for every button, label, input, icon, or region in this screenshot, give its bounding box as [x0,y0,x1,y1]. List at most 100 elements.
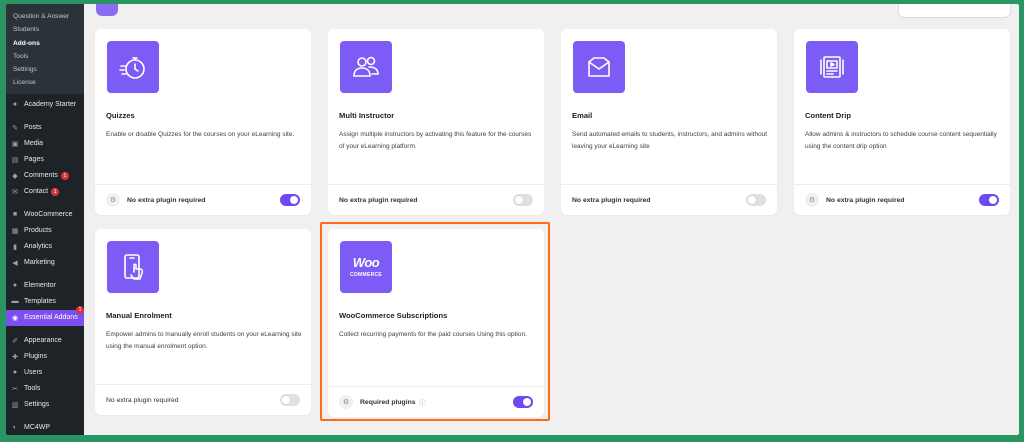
addon-card-quizzes: Quizzes Enable or disable Quizzes for th… [95,29,311,215]
sidebar-item-label: Settings [24,401,50,409]
content-drip-toggle[interactable] [979,194,999,206]
quizzes-toggle[interactable] [280,194,300,206]
card-title: Email [572,111,593,120]
woocommerce-icon: ■ [12,211,18,219]
elementor-icon: ● [12,282,18,290]
plugin-requirement-label: No extra plugin required [572,196,651,204]
plugin-requirement-label: No extra plugin required [826,196,905,204]
submenu-item-add-ons[interactable]: Add-ons [6,37,84,50]
sidebar-item-label: Appearance [24,337,62,345]
mc4wp-icon: ◐ [12,424,18,432]
sidebar-item-essential-addons[interactable]: ◉ Essential Addons 1 [6,305,84,326]
sidebar-item-users[interactable]: ● Users [6,365,84,381]
appearance-icon: ✐ [12,337,18,345]
email-toggle[interactable] [746,194,766,206]
mail-icon: ✉ [12,188,18,196]
video-lesson-icon [806,41,858,93]
ea-icon: ◉ [11,314,19,322]
sidebar-item-label: Analytics [24,243,53,251]
admin-sidebar: Question & Answer Students Add-ons Tools… [6,4,84,435]
sidebar-item-label: Products [24,227,52,235]
sidebar-item-label: MC4WP [24,424,51,432]
card-footer: No extra plugin required [561,184,777,215]
sidebar-item-label: WooCommerce [24,211,73,219]
card-description: Send automated emails to students, instr… [572,131,768,150]
settings-icon: ▥ [11,401,19,409]
submenu-item-tools[interactable]: Tools [6,50,84,63]
sidebar-item-label: Essential Addons [24,314,78,322]
card-title: Quizzes [106,111,135,120]
mobile-tap-icon [107,241,159,293]
users-group-icon [340,41,392,93]
products-icon: ▦ [11,227,19,235]
sidebar-item-marketing[interactable]: ◀ Marketing [6,255,84,271]
card-title: Multi Instructor [339,111,395,120]
sidebar-item-analytics[interactable]: ▮ Analytics [6,239,84,255]
multi-instructor-toggle[interactable] [513,194,533,206]
plugin-requirement-label: No extra plugin required [127,196,206,204]
manual-enrolment-toggle[interactable] [280,394,300,406]
addon-card-content-drip: Content Drip Allow admins & instructors … [794,29,1010,215]
card-description: Enable or disable Quizzes for the course… [106,131,295,138]
stopwatch-icon [107,41,159,93]
marketing-icon: ◀ [12,259,18,267]
card-footer: No extra plugin required [328,184,544,215]
sidebar-item-products[interactable]: ▦ Products [6,223,84,239]
submenu-item-license[interactable]: License [6,76,84,89]
highlight-outline [320,222,550,421]
sidebar-item-elementor[interactable]: ● Elementor [6,278,84,294]
submenu-item-question-answer[interactable]: Question & Answer [6,10,84,23]
envelope-icon [573,41,625,93]
academy-icon: ● [12,101,18,109]
sidebar-item-label: Tools [24,385,41,393]
app-frame: Question & Answer Students Add-ons Tools… [6,4,1019,435]
comments-icon: ◆ [12,172,18,180]
pin-icon: ✎ [12,124,18,132]
sidebar-item-label: Marketing [24,259,55,267]
sidebar-item-media[interactable]: ▣ Media [6,136,84,152]
card-footer: ⚙ No extra plugin required [794,184,1010,215]
submenu-item-students[interactable]: Students [6,23,84,36]
submenu-item-settings[interactable]: Settings [6,63,84,76]
sidebar-item-woocommerce[interactable]: ■ WooCommerce [6,207,84,223]
gear-icon: ⚙ [805,193,819,207]
tab-pill[interactable] [96,4,118,16]
sidebar-item-label: Elementor [24,282,56,290]
plugins-icon: ✚ [12,353,18,361]
users-icon: ● [12,369,18,377]
card-footer: No extra plugin required [95,384,311,415]
sidebar-item-comments[interactable]: ◆ Comments 1 [6,168,84,184]
sidebar-item-settings[interactable]: ▥ Settings [6,397,84,413]
sidebar-item-label: Media [24,140,44,148]
sidebar-item-templates[interactable]: ▬ Templates [6,294,84,310]
sidebar-item-posts[interactable]: ✎ Posts [6,120,84,136]
addons-content: Quizzes Enable or disable Quizzes for th… [84,4,1019,435]
sidebar-item-label: Plugins [24,353,47,361]
sidebar-item-mc4wp[interactable]: ◐ MC4WP [6,420,84,435]
sidebar-item-contact[interactable]: ✉ Contact 1 [6,184,84,200]
comments-count-badge: 1 [60,171,69,180]
plugin-requirement-label: No extra plugin required [339,196,418,204]
sidebar-item-label: Templates [24,298,56,306]
sidebar-item-label: Users [24,369,43,377]
addon-card-manual-enrolment: Manual Enrolment Empower admins to manua… [95,229,311,415]
sidebar-item-appearance[interactable]: ✐ Appearance [6,333,84,349]
addon-card-email: Email Send automated emails to students,… [561,29,777,215]
card-title: Manual Enrolment [106,311,172,320]
sidebar-item-plugins[interactable]: ✚ Plugins [6,349,84,365]
card-footer: ⚙ No extra plugin required [95,184,311,215]
search-input[interactable] [898,4,1011,18]
sidebar-item-tools[interactable]: ✂ Tools [6,381,84,397]
plugin-requirement-label: No extra plugin required [106,396,179,404]
card-description: Empower admins to manually enroll studen… [106,331,302,350]
card-description: Assign multiple instructors by activatin… [339,131,532,150]
card-title: Content Drip [805,111,851,120]
sidebar-item-label: Academy Starter [24,101,77,109]
pages-icon: ▤ [11,156,19,164]
sidebar-item-pages[interactable]: ▤ Pages [6,152,84,168]
sidebar-item-label: Pages [24,156,44,164]
gear-icon: ⚙ [106,193,120,207]
sidebar-item-label: Comments [24,172,58,180]
media-icon: ▣ [11,140,19,148]
sidebar-item-academy-starter[interactable]: ● Academy Starter [6,97,84,113]
